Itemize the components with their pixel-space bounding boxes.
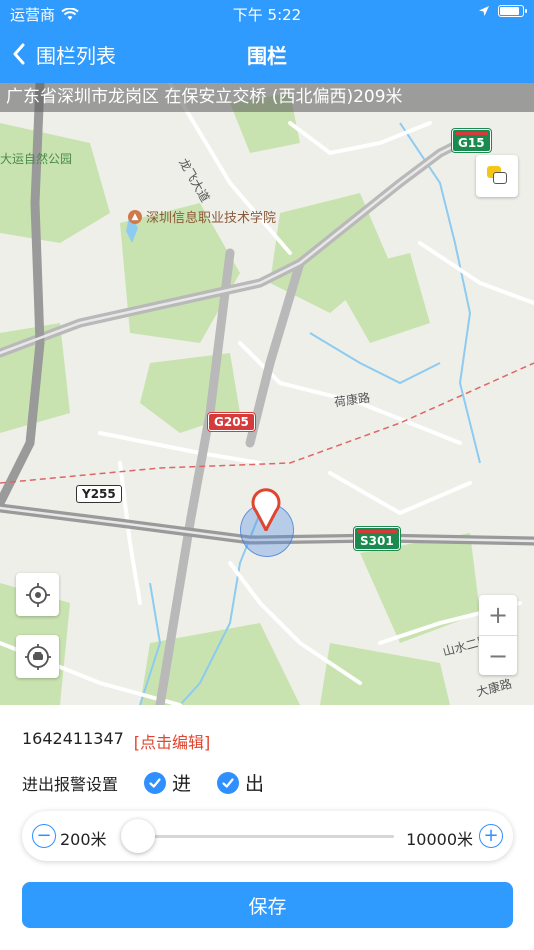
minus-icon[interactable]: − bbox=[479, 635, 517, 675]
highway-shield-s301: S301 bbox=[354, 527, 400, 550]
back-button[interactable]: 围栏列表 bbox=[12, 36, 116, 72]
school-icon: ▲ bbox=[128, 209, 142, 224]
fence-id-row: 1642411347 [点击编辑] bbox=[22, 729, 210, 753]
map-pin-icon[interactable] bbox=[250, 487, 282, 531]
exit-checkbox[interactable]: 出 bbox=[217, 769, 264, 796]
check-icon bbox=[144, 771, 167, 794]
fence-settings-panel: 1642411347 [点击编辑] 进出报警设置 进 出 − 200米 1000… bbox=[0, 705, 534, 950]
back-label: 围栏列表 bbox=[36, 43, 116, 68]
map-label-school: ▲ 深圳信息职业技术学院 bbox=[128, 207, 276, 226]
app-header: 运营商 下午 5:22 围栏列表 围栏 bbox=[0, 0, 534, 83]
highway-shield-y255: Y255 bbox=[76, 485, 122, 503]
radius-slider-card: − 200米 10000米 + bbox=[22, 811, 513, 861]
layers-button[interactable] bbox=[476, 155, 518, 197]
car-locate-button[interactable] bbox=[16, 635, 59, 678]
battery-icon bbox=[498, 5, 527, 17]
minus-icon: − bbox=[36, 825, 52, 846]
car-locate-icon bbox=[24, 643, 51, 670]
location-arrow-icon bbox=[479, 6, 489, 16]
map-background bbox=[0, 83, 534, 705]
chevron-left-icon bbox=[13, 43, 25, 65]
zoom-control: + − bbox=[479, 595, 517, 675]
enter-checkbox[interactable]: 进 bbox=[144, 769, 191, 796]
school-label: 深圳信息职业技术学院 bbox=[146, 211, 277, 226]
alarm-setting-row: 进出报警设置 进 出 bbox=[22, 769, 264, 796]
decrease-radius-button[interactable]: − bbox=[32, 824, 56, 848]
save-button[interactable]: 保存 bbox=[22, 882, 513, 928]
locate-button[interactable] bbox=[16, 573, 59, 616]
exit-label: 出 bbox=[245, 773, 265, 795]
status-right-group bbox=[478, 5, 527, 17]
crosshair-icon bbox=[25, 582, 50, 607]
nav-bar: 围栏列表 围栏 bbox=[0, 28, 534, 83]
status-time: 下午 5:22 bbox=[232, 6, 302, 24]
increase-radius-button[interactable]: + bbox=[479, 824, 503, 848]
map-label-park: 大运自然公园 bbox=[0, 152, 73, 166]
edit-link[interactable]: [点击编辑] bbox=[134, 729, 211, 753]
enter-label: 进 bbox=[172, 773, 192, 795]
radius-slider-track[interactable] bbox=[142, 835, 394, 838]
plus-icon[interactable]: + bbox=[479, 595, 517, 635]
fence-id: 1642411347 bbox=[22, 729, 124, 748]
highway-shield-g205: G205 bbox=[208, 413, 255, 431]
status-bar: 运营商 下午 5:22 bbox=[0, 0, 534, 28]
check-icon bbox=[217, 771, 240, 794]
radius-min-label: 200米 bbox=[60, 830, 107, 849]
map-view[interactable]: 广东省深圳市龙岗区 在保安立交桥 (西北偏西)209米 大运自然公园 龙飞大道 … bbox=[0, 83, 534, 705]
radius-max-label: 10000米 bbox=[406, 830, 473, 849]
alarm-setting-label: 进出报警设置 bbox=[22, 774, 119, 794]
address-bar: 广东省深圳市龙岗区 在保安立交桥 (西北偏西)209米 bbox=[0, 83, 534, 112]
radius-slider-thumb[interactable] bbox=[121, 819, 155, 853]
plus-icon: + bbox=[483, 825, 499, 846]
highway-shield-g15: G15 bbox=[452, 129, 491, 152]
